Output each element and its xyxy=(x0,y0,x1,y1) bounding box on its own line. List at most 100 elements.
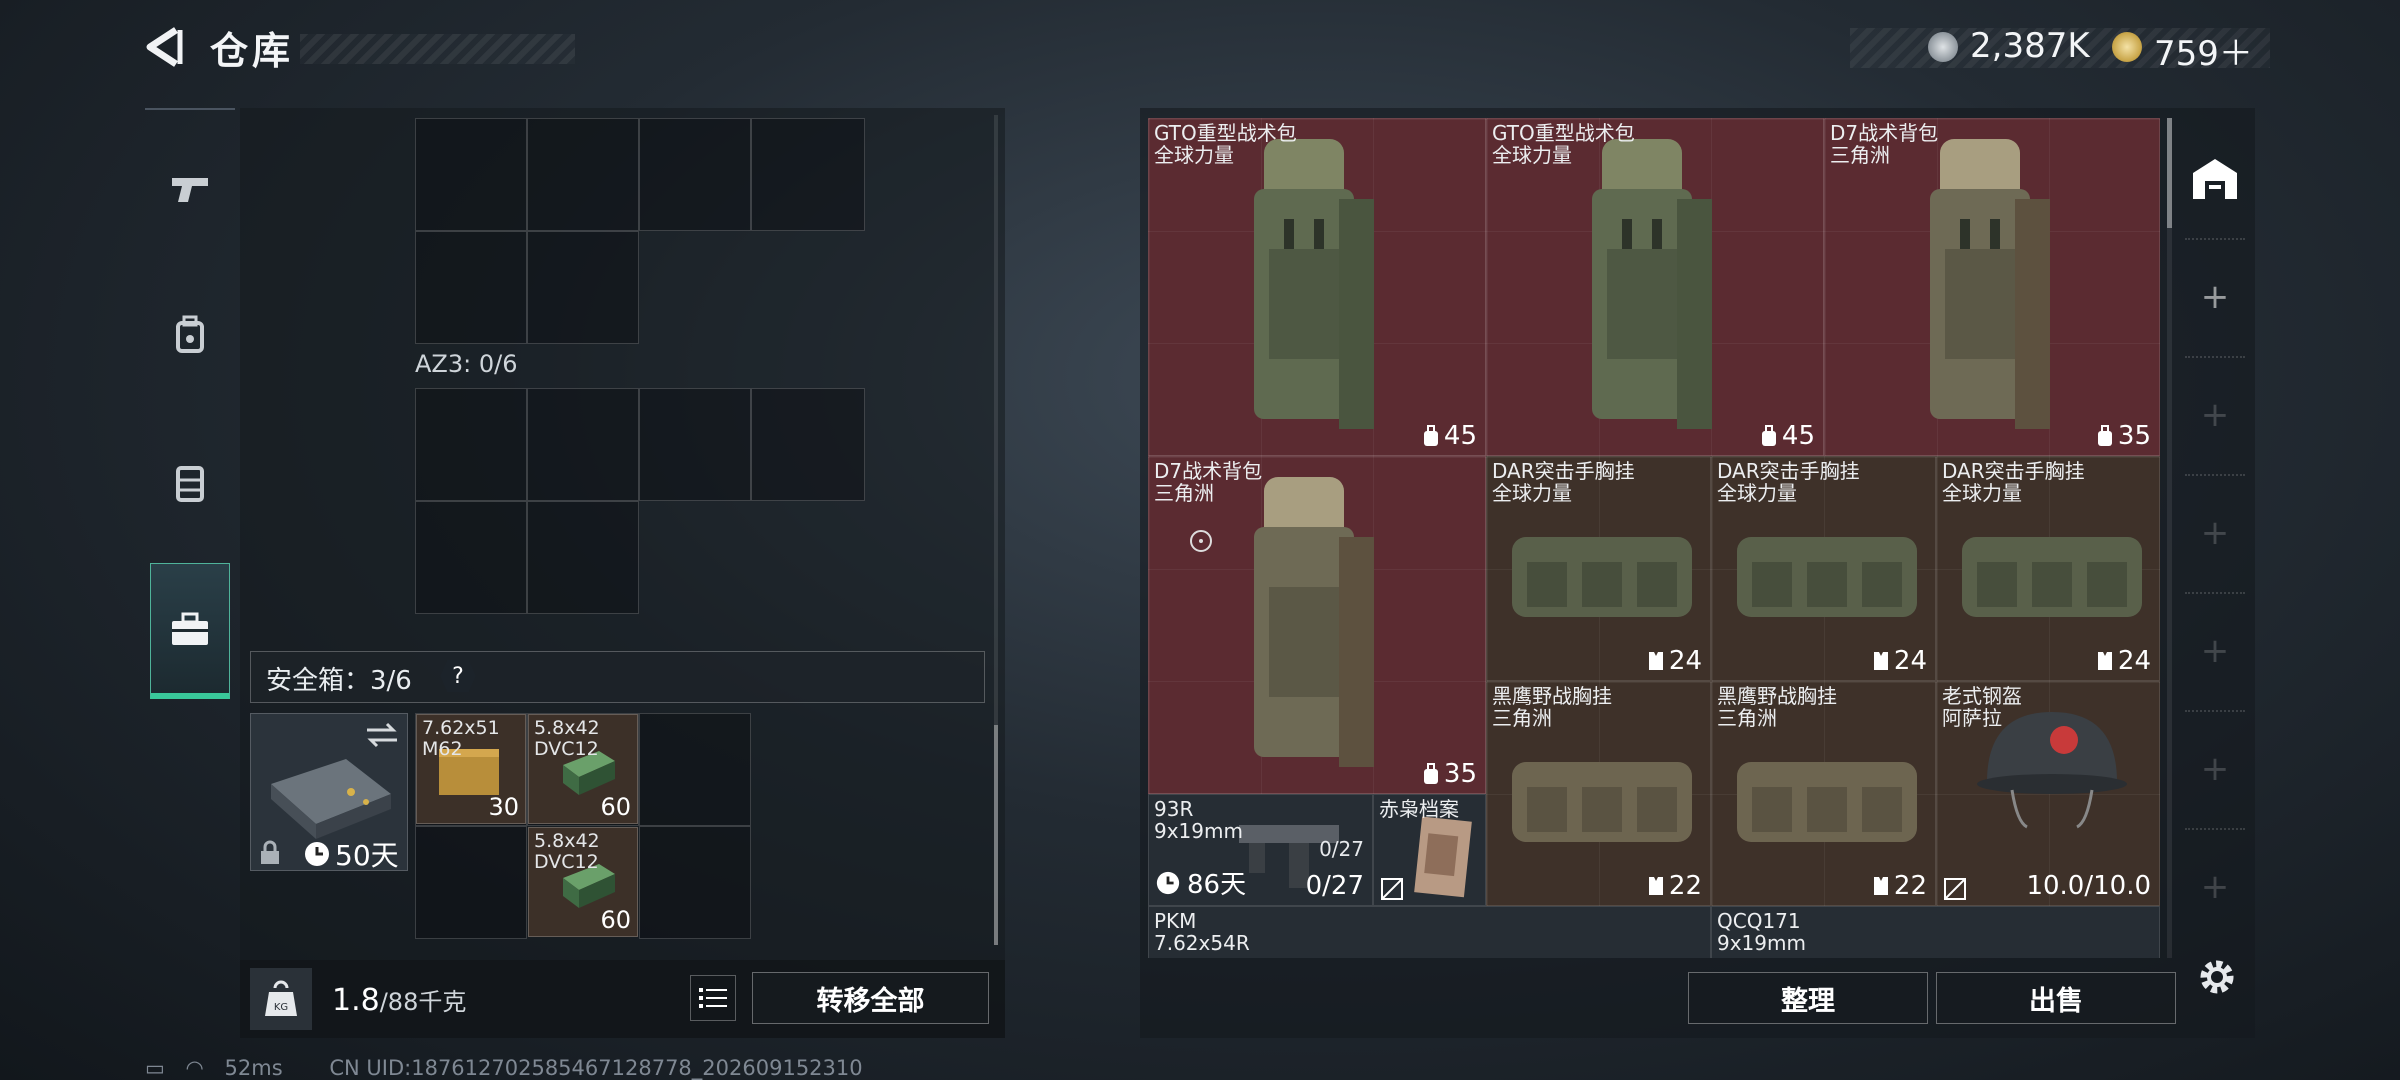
stash-item-document[interactable]: 赤枭档案 xyxy=(1373,794,1486,906)
stash-item-backpack[interactable]: GTO重型战术包 全球力量 45 xyxy=(1148,118,1486,456)
inventory-scroll-thumb[interactable] xyxy=(994,725,998,945)
vest-icon xyxy=(176,466,204,502)
stash-item-chest-rig[interactable]: 黑鹰野战胸挂 三角洲 22 xyxy=(1711,681,1936,906)
grid-slot[interactable] xyxy=(527,231,639,344)
stash-tab-main[interactable] xyxy=(2185,120,2245,240)
stash-item-backpack[interactable]: D7战术背包 三角洲 35 xyxy=(1148,456,1486,794)
item-name: DAR突击手胸挂 全球力量 xyxy=(1942,459,2085,505)
ammo-item[interactable]: 7.62x51 M62 30 xyxy=(416,714,526,824)
ammo-qty: 30 xyxy=(488,793,519,821)
stash-grid: GTO重型战术包 全球力量 45 GTO重型战术包 全球力量 45 D7战术背包 三角… xyxy=(1148,118,2160,958)
grid-slot[interactable] xyxy=(415,826,527,939)
stash-item-chest-rig[interactable]: DAR突击手胸挂 全球力量 24 xyxy=(1711,456,1936,681)
list-view-button[interactable] xyxy=(690,975,736,1021)
stash-scroll-thumb[interactable] xyxy=(2167,118,2172,228)
stash-item-smg[interactable]: QCQ171 9x19mm xyxy=(1711,906,2160,958)
safebox-item[interactable]: 50天 xyxy=(250,713,408,872)
grid-slot[interactable] xyxy=(415,118,527,231)
tab-vest[interactable] xyxy=(150,422,230,542)
item-name: 93R 9x19mm xyxy=(1154,797,1243,843)
back-arrow-icon xyxy=(146,27,183,67)
grid-slot[interactable] xyxy=(639,713,751,826)
stash-item-backpack[interactable]: D7战术背包 三角洲 35 xyxy=(1824,118,2160,456)
safebox-label: 安全箱：3/6 xyxy=(266,666,412,696)
add-stash-tab-button[interactable]: + xyxy=(2185,592,2245,712)
item-capacity: 45 xyxy=(1760,421,1815,451)
swap-icon[interactable] xyxy=(363,720,401,750)
page-title: 仓库 xyxy=(210,29,295,73)
item-name: DAR突击手胸挂 全球力量 xyxy=(1492,459,1635,505)
item-capacity: 35 xyxy=(1422,759,1477,789)
item-capacity: 35 xyxy=(2096,421,2151,451)
item-name: D7战术背包 三角洲 xyxy=(1154,459,1263,505)
stash-item-chest-rig[interactable]: 黑鹰野战胸挂 三角洲 22 xyxy=(1486,681,1711,906)
stash-item-helmet[interactable]: 老式钢盔 阿萨拉 10.0/10.0 xyxy=(1936,681,2160,906)
add-stash-tab-button[interactable]: + xyxy=(2185,474,2245,594)
add-stash-tab-button[interactable]: + xyxy=(2185,238,2245,358)
weight-current: 1.8 xyxy=(332,983,380,1018)
item-name: GTO重型战术包 全球力量 xyxy=(1492,121,1635,167)
sort-button[interactable]: 整理 xyxy=(1688,972,1928,1024)
safebox-time: 50天 xyxy=(335,839,399,872)
grid-slot[interactable] xyxy=(415,231,527,344)
stash-scrollbar[interactable] xyxy=(2167,118,2172,958)
item-name: 老式钢盔 阿萨拉 xyxy=(1942,684,2022,730)
weight-max: /88千克 xyxy=(379,988,467,1016)
gold-coin-icon xyxy=(2112,32,2142,62)
tab-container[interactable] xyxy=(150,563,230,699)
back-button[interactable] xyxy=(140,22,190,72)
item-capacity: 45 xyxy=(1422,421,1477,451)
silver-amount: 2,387K xyxy=(1970,26,2090,66)
item-name: GTO重型战术包 全球力量 xyxy=(1154,121,1297,167)
tab-weapons[interactable] xyxy=(150,128,230,248)
ammo-item[interactable]: 5.8x42 DVC12 60 xyxy=(528,827,638,937)
add-stash-tab-button[interactable]: + xyxy=(2185,356,2245,476)
add-stash-tab-button[interactable]: + xyxy=(2185,828,2245,946)
chest-rig-art xyxy=(1737,762,1917,842)
uid-text: CN UID:1876127025854671287­78_2026091523… xyxy=(329,1056,863,1080)
wifi-icon: ◠ xyxy=(185,1056,204,1080)
backpack-art xyxy=(1930,139,2050,429)
gold-amount[interactable]: 759＋ xyxy=(2154,26,2253,75)
ammo-name: 5.8x42 DVC12 xyxy=(534,717,600,760)
pistol-icon xyxy=(172,178,208,202)
item-capacity: 22 xyxy=(1872,871,1927,901)
item-mag-small: 0/27 xyxy=(1319,837,1364,861)
ammo-item[interactable]: 5.8x42 DVC12 60 xyxy=(528,714,638,824)
item-capacity: 22 xyxy=(1647,871,1702,901)
grid-slot[interactable] xyxy=(639,826,751,939)
crosshair-icon xyxy=(1190,530,1212,552)
grid-slot[interactable] xyxy=(527,501,639,614)
vest-capacity-icon xyxy=(1648,877,1663,895)
grid-slot[interactable] xyxy=(751,118,865,231)
grid-slot[interactable] xyxy=(527,118,639,231)
grid-slot[interactable] xyxy=(415,388,527,501)
grid-slot[interactable] xyxy=(639,118,751,231)
stash-item-pistol[interactable]: 93R 9x19mm 0/27 86天 0/27 xyxy=(1148,794,1373,906)
grid-slot[interactable] xyxy=(527,388,639,501)
item-name: 黑鹰野战胸挂 三角洲 xyxy=(1492,684,1612,730)
help-button[interactable]: ? xyxy=(440,660,476,692)
settings-button[interactable] xyxy=(2194,954,2240,1000)
grid-slot[interactable] xyxy=(639,388,751,501)
vest-capacity-icon xyxy=(1873,652,1888,670)
item-durability: 10.0/10.0 xyxy=(2026,871,2151,901)
item-name: DAR突击手胸挂 全球力量 xyxy=(1717,459,1860,505)
stash-item-backpack[interactable]: GTO重型战术包 全球力量 45 xyxy=(1486,118,1824,456)
stash-item-chest-rig[interactable]: DAR突击手胸挂 全球力量 24 xyxy=(1486,456,1711,681)
sell-button[interactable]: 出售 xyxy=(1936,972,2176,1024)
item-name: QCQ171 9x19mm xyxy=(1717,909,1806,955)
lock-icon xyxy=(261,840,279,864)
add-stash-tab-button[interactable]: + xyxy=(2185,710,2245,830)
grid-slot[interactable] xyxy=(751,388,865,501)
tab-gear[interactable] xyxy=(150,275,230,395)
item-ammo: 0/27 xyxy=(1305,871,1364,901)
stash-item-machine-gun[interactable]: PKM 7.62x54R xyxy=(1148,906,1711,958)
stash-item-chest-rig[interactable]: DAR突击手胸挂 全球力量 24 xyxy=(1936,456,2160,681)
grid-slot[interactable] xyxy=(415,501,527,614)
bag-capacity-icon xyxy=(1423,763,1438,784)
backpack-art xyxy=(1254,477,1374,767)
item-name: PKM 7.62x54R xyxy=(1154,909,1250,955)
item-expiry: 86天 xyxy=(1155,864,1246,901)
transfer-all-button[interactable]: 转移全部 xyxy=(752,972,989,1024)
